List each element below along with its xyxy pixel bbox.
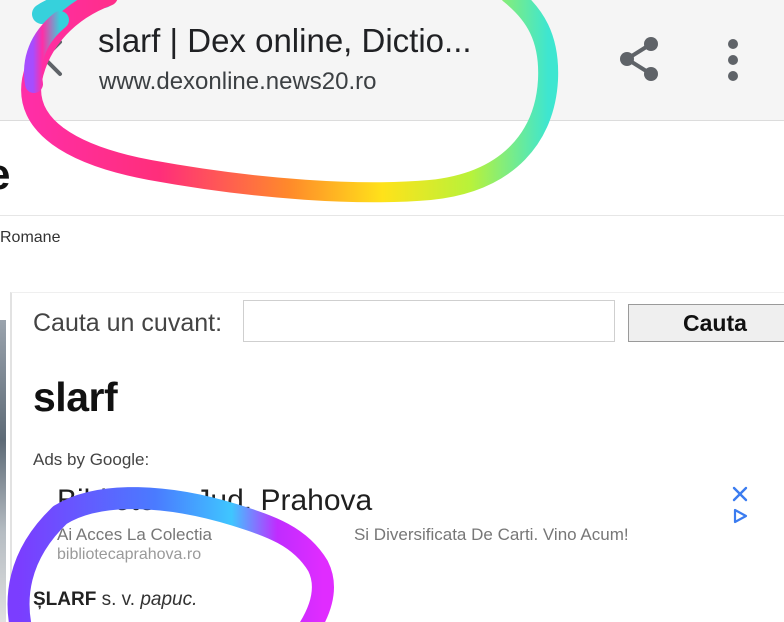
search-input[interactable] (243, 300, 615, 342)
share-icon[interactable] (614, 34, 664, 84)
search-button[interactable]: Cauta (628, 304, 784, 342)
ad-description[interactable]: Ai Acces La Colectia Si Diversificata De … (57, 525, 629, 545)
back-arrow-icon[interactable] (38, 38, 66, 78)
site-logo[interactable]: e (0, 150, 10, 200)
page-title: slarf | Dex online, Dictio... (98, 22, 472, 59)
close-icon[interactable] (730, 484, 750, 504)
site-subtitle: Romane (0, 229, 61, 246)
definition-headword: ȘLARF (33, 589, 97, 610)
entry-title: slarf (33, 374, 118, 420)
definition-grammar: s. v. (101, 589, 136, 610)
search-label: Cauta un cuvant: (33, 309, 223, 337)
site-header (0, 121, 784, 216)
url-text[interactable]: www.dexonline.news20.ro (99, 68, 377, 96)
definition-target[interactable]: papuc. (140, 589, 197, 610)
ad-description-right: Si Diversificata De Carti. Vino Acum! (353, 525, 629, 544)
definition-line: ȘLARF s. v. papuc. (33, 589, 197, 611)
ads-label: Ads by Google: (33, 450, 150, 469)
screenshot: slarf | Dex online, Dictio... www.dexonl… (0, 0, 784, 622)
browser-toolbar: slarf | Dex online, Dictio... www.dexonl… (0, 0, 784, 121)
ad-headline[interactable]: Biblioteca Jud. Prahova (57, 484, 372, 518)
ad-domain[interactable]: bibliotecaprahova.ro (57, 546, 201, 564)
left-image-edge (0, 320, 6, 622)
ad-description-left: Ai Acces La Colectia (57, 525, 212, 544)
adchoices-icon[interactable] (730, 506, 750, 526)
more-vertical-icon[interactable] (720, 36, 746, 84)
